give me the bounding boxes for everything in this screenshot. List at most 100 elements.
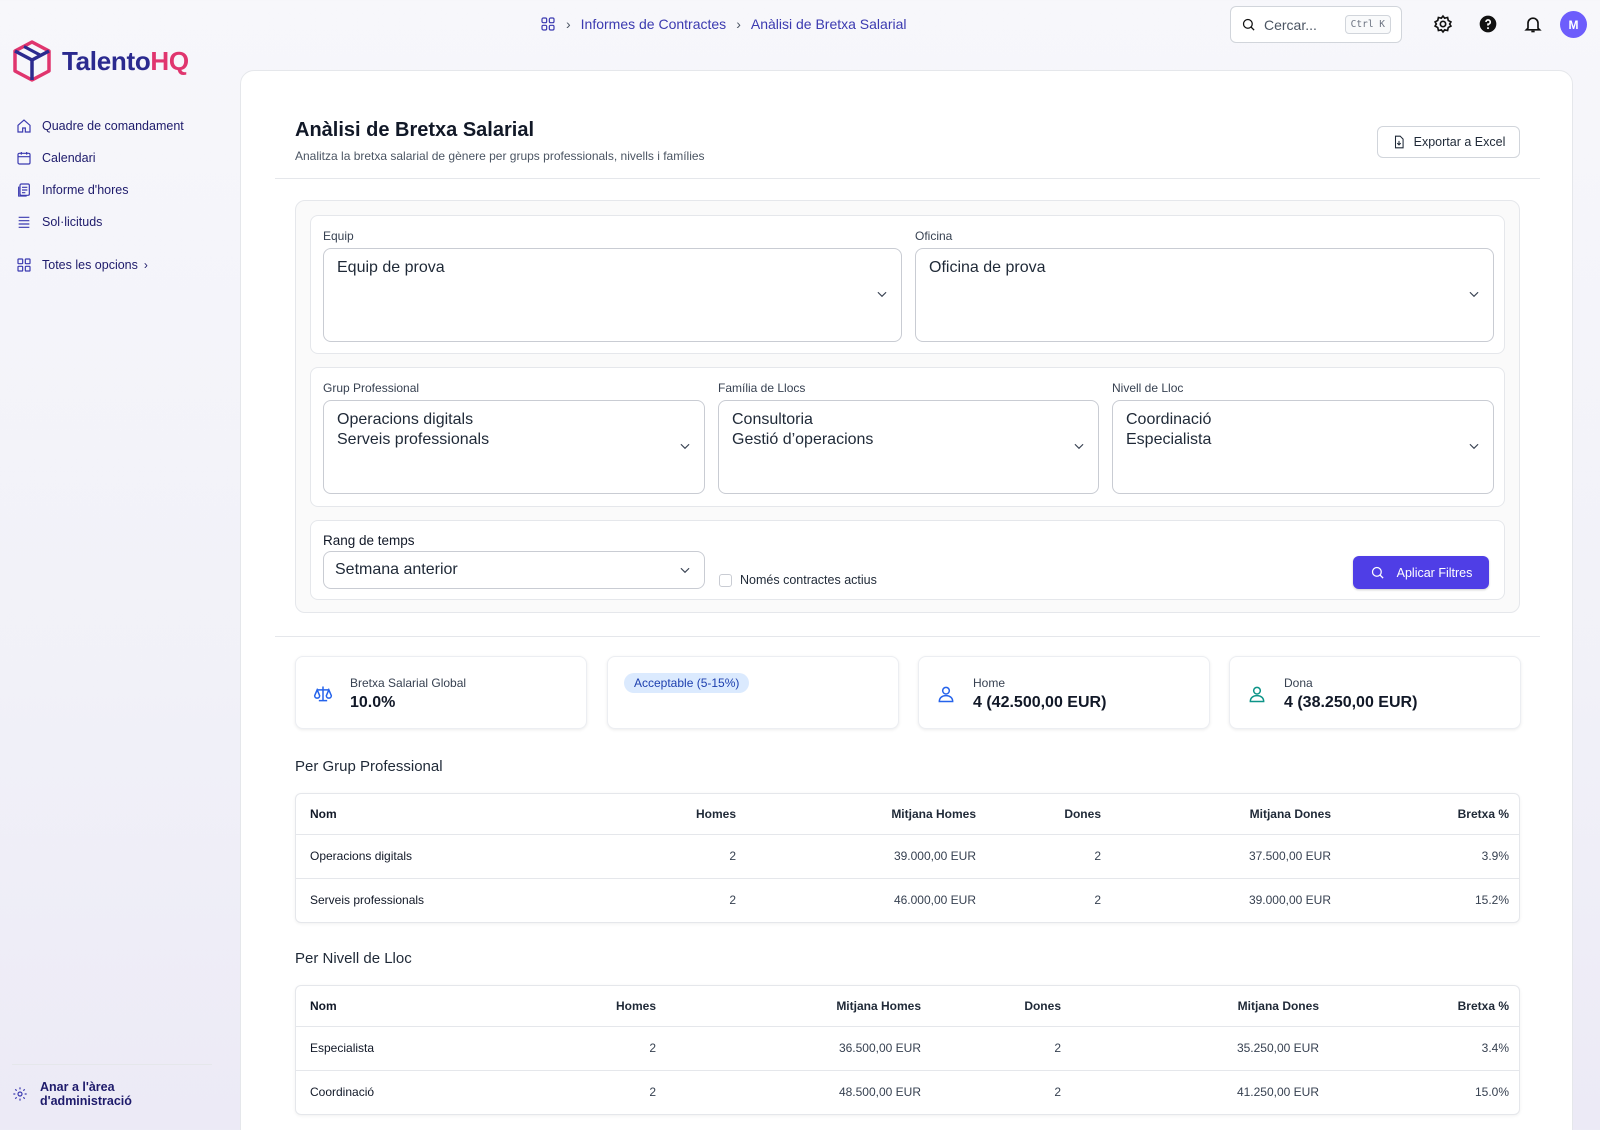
status-badge: Acceptable (5-15%) xyxy=(624,673,750,693)
apply-filters-button[interactable]: Aplicar Filtres xyxy=(1353,556,1489,589)
chevron-down-icon xyxy=(1074,443,1084,450)
sidebar-item-label: Sol·licituds xyxy=(42,215,103,229)
section-title: Per Grup Professional xyxy=(295,758,443,775)
file-download-icon xyxy=(1394,135,1404,149)
column-header[interactable]: Nom xyxy=(296,794,596,835)
level-label: Nivell de Lloc xyxy=(1112,381,1184,395)
table-cell: 46.000,00 EUR xyxy=(893,893,976,908)
office-value: Oficina de prova xyxy=(929,259,1046,276)
help-icon xyxy=(1479,15,1497,33)
active-only-option[interactable]: Només contractes actius xyxy=(719,573,877,587)
column-header[interactable]: Bretxa % xyxy=(1329,986,1519,1027)
table-cell: 2 xyxy=(931,1026,1071,1071)
search-placeholder: Cercar... xyxy=(1264,16,1317,33)
table-row: Operacions digitals 2 39.000,00 EUR 2 37… xyxy=(296,834,1519,879)
grid-icon[interactable] xyxy=(540,16,556,32)
table-cell: 41.250,00 EUR xyxy=(1236,1085,1319,1100)
column-header[interactable]: Bretxa % xyxy=(1341,794,1519,835)
time-filters: Rang de temps Setmana anterior Només con… xyxy=(310,520,1505,600)
column-header[interactable]: Dones xyxy=(986,794,1111,835)
column-header[interactable]: Mitjana Dones xyxy=(1071,986,1329,1027)
time-label: Rang de temps xyxy=(323,533,415,548)
sidebar-item-calendar[interactable]: Calendari xyxy=(16,142,226,174)
table-row: Especialista 2 36.500,00 EUR 2 35.250,00… xyxy=(296,1026,1519,1071)
table-cell: Serveis professionals xyxy=(310,893,425,908)
stat-value: 4 (38.250,00 EUR) xyxy=(1284,694,1418,711)
notifications-button[interactable] xyxy=(1521,12,1545,36)
group-value: Serveis professionals xyxy=(337,431,490,448)
stat-label: Dona xyxy=(1284,676,1313,690)
search-shortcut: Ctrl K xyxy=(1344,15,1391,34)
logo-cube-icon xyxy=(13,40,51,82)
breadcrumb-item[interactable]: Informes de Contractes xyxy=(581,16,727,32)
sidebar-item-dashboard[interactable]: Quadre de comandament xyxy=(16,110,226,142)
table-cell: 3.4% xyxy=(1329,1026,1519,1071)
table-cell: 2 xyxy=(649,1085,656,1100)
stat-value: 4 (42.500,00 EUR) xyxy=(973,694,1107,711)
group-select[interactable]: Operacions digitals Serveis professional… xyxy=(323,400,705,494)
user-icon xyxy=(938,686,954,703)
column-header[interactable]: Homes xyxy=(526,986,666,1027)
sidebar-item-hours-report[interactable]: Informe d'hores xyxy=(16,174,226,206)
stat-label: Bretxa Salarial Global xyxy=(350,676,467,690)
sidebar-item-label: Totes les opcions xyxy=(42,258,138,272)
table-row: Coordinació 2 48.500,00 EUR 2 41.250,00 … xyxy=(296,1070,1519,1114)
team-select[interactable]: Equip de prova xyxy=(323,248,902,342)
sidebar-item-all-options[interactable]: Totes les opcions › xyxy=(16,249,226,281)
family-select[interactable]: Consultoria Gestió d’operacions xyxy=(718,400,1099,494)
time-value: Setmana anterior xyxy=(335,561,458,578)
stat-value: 10.0% xyxy=(350,694,396,711)
job-filters: Grup Professional Operacions digitals Se… xyxy=(310,367,1505,507)
search-input[interactable]: Cercar... Ctrl K xyxy=(1230,6,1402,43)
column-header[interactable]: Mitjana Homes xyxy=(746,794,986,835)
office-label: Oficina xyxy=(915,229,953,243)
settings-button[interactable] xyxy=(1431,12,1455,36)
page-title: Anàlisi de Bretxa Salarial xyxy=(295,119,535,141)
divider xyxy=(12,1064,212,1065)
breadcrumb: › Informes de Contractes › Anàlisi de Br… xyxy=(540,16,907,32)
column-header[interactable]: Homes xyxy=(596,794,746,835)
office-select[interactable]: Oficina de prova xyxy=(915,248,1494,342)
stat-global-gap: Bretxa Salarial Global 10.0% xyxy=(295,656,587,729)
column-header[interactable]: Dones xyxy=(931,986,1071,1027)
admin-area-link[interactable]: Anar a l'àrea d'administració xyxy=(12,1080,132,1108)
apply-label: Aplicar Filtres xyxy=(1396,565,1473,580)
table-cell: Coordinació xyxy=(310,1085,375,1100)
level-value: Coordinació xyxy=(1126,411,1212,428)
main-panel: Anàlisi de Bretxa Salarial Analitza la b… xyxy=(240,70,1573,1130)
gear-icon xyxy=(13,1087,27,1101)
bell-icon xyxy=(1524,17,1542,33)
level-select[interactable]: Coordinació Especialista xyxy=(1112,400,1494,494)
divider xyxy=(275,636,1540,637)
table-cell: 36.500,00 EUR xyxy=(666,1026,931,1071)
sidebar-item-label: Calendari xyxy=(42,151,96,165)
column-header[interactable]: Mitjana Homes xyxy=(666,986,931,1027)
group-table: Nom Homes Mitjana Homes Dones Mitjana Do… xyxy=(295,793,1520,923)
admin-link-label: Anar a l'àrea d'administració xyxy=(40,1080,132,1108)
active-only-label: Només contractes actius xyxy=(740,573,877,587)
time-range-select[interactable]: Setmana anterior xyxy=(323,551,705,589)
export-excel-button[interactable]: Exportar a Excel xyxy=(1377,126,1520,158)
search-icon xyxy=(1371,566,1384,579)
column-header[interactable]: Nom xyxy=(296,986,526,1027)
sidebar-nav: Quadre de comandament Calendari Informe … xyxy=(16,110,226,281)
table-cell: 3.9% xyxy=(1341,834,1519,879)
help-button[interactable] xyxy=(1476,12,1500,36)
list-icon xyxy=(18,216,30,228)
column-header[interactable]: Mitjana Dones xyxy=(1111,794,1341,835)
chevron-down-icon xyxy=(680,567,690,574)
table-cell: 37.500,00 EUR xyxy=(1111,834,1341,879)
active-only-checkbox[interactable] xyxy=(719,573,732,587)
avatar[interactable]: M xyxy=(1560,11,1587,38)
sidebar-item-label: Quadre de comandament xyxy=(42,119,184,133)
chevron-right-icon: › xyxy=(736,16,741,32)
breadcrumb-current[interactable]: Anàlisi de Bretxa Salarial xyxy=(751,16,907,32)
logo-text: TalentoHQ xyxy=(62,45,189,76)
scale-icon xyxy=(313,686,333,702)
grid-icon xyxy=(17,258,31,272)
sidebar-item-requests[interactable]: Sol·licituds xyxy=(16,206,226,238)
stat-women: Dona 4 (38.250,00 EUR) xyxy=(1229,656,1521,729)
group-label: Grup Professional xyxy=(323,381,420,395)
filters-panel: Equip Equip de prova Oficina Oficina de … xyxy=(295,200,1520,613)
logo[interactable]: TalentoHQ xyxy=(12,40,189,82)
